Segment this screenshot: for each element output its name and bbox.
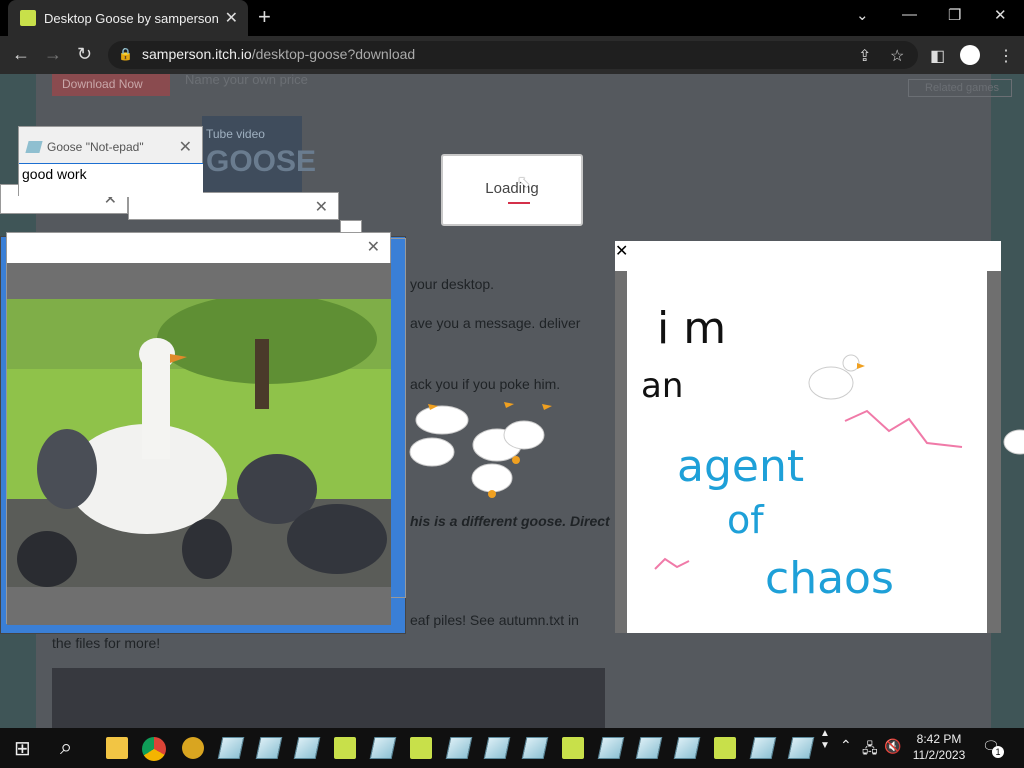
download-now-button[interactable]: Download Now	[52, 74, 170, 96]
window-close-icon[interactable]: ✕	[994, 6, 1007, 24]
chrome-icon[interactable]	[142, 737, 166, 761]
minimize-icon[interactable]: —	[902, 6, 917, 23]
notification-count-badge: 1	[992, 746, 1004, 758]
desc-line: his is a different goose. Direct	[410, 513, 610, 529]
goose-taskbar-icon[interactable]	[714, 737, 736, 759]
windows-start-icon[interactable]: ⊞	[14, 736, 31, 761]
back-icon[interactable]: ←	[12, 44, 30, 65]
goose-gif-image	[7, 299, 391, 587]
notepad-taskbar-icon[interactable]	[635, 737, 663, 759]
name-your-price-text: Name your own price	[185, 72, 308, 87]
yt-label: Tube video	[206, 127, 265, 141]
close-icon[interactable]: ✕	[179, 137, 192, 157]
tab-desktop-goose[interactable]: Desktop Goose by samperson ✕	[8, 0, 248, 36]
goose-notepad-window[interactable]: Goose "Not-epad" ✕ good work	[18, 126, 203, 197]
goose-offscreen[interactable]	[1002, 424, 1024, 460]
close-icon[interactable]: ✕	[367, 237, 380, 257]
close-icon[interactable]: ✕	[315, 197, 328, 217]
notepad-taskbar-icon[interactable]	[521, 737, 549, 759]
goose-taskbar-icon[interactable]	[410, 737, 432, 759]
file-explorer-icon[interactable]	[106, 737, 128, 759]
browser-app-icon[interactable]	[182, 737, 204, 759]
notepad-taskbar-icon[interactable]	[293, 737, 321, 759]
notepad-taskbar-icon[interactable]	[673, 737, 701, 759]
notepad-text-area[interactable]: good work	[19, 163, 203, 197]
itchio-favicon-icon	[20, 10, 36, 26]
taskbar-scroll-icon[interactable]: ▲ ▼	[820, 728, 830, 752]
youtube-thumbnail[interactable]: Tube video GOOSE	[202, 116, 317, 192]
tray-overflow-icon[interactable]: ⌃	[840, 737, 852, 754]
tab-bar: Desktop Goose by samperson ✕ + ⌄ — ❐ ✕	[0, 0, 1024, 36]
clock[interactable]: 8:42 PM 11/2/2023	[910, 732, 968, 762]
desc-line: eaf piles! See autumn.txt in	[410, 612, 579, 628]
loading-indicator	[508, 202, 530, 204]
yt-title: GOOSE	[206, 145, 317, 178]
volume-muted-icon[interactable]: 🔇	[884, 738, 901, 755]
goose-drawing-window[interactable]: ✕ i m an agent of chaos	[615, 241, 1001, 633]
notepad-icon	[25, 141, 43, 153]
notepad-taskbar-icon[interactable]	[369, 737, 397, 759]
notepad-taskbar-icon[interactable]	[255, 737, 283, 759]
restore-icon[interactable]: ❐	[948, 6, 961, 24]
goose-gif-window[interactable]: ✕	[6, 232, 391, 625]
close-icon[interactable]: ✕	[615, 243, 628, 260]
network-icon[interactable]: 🖧	[862, 738, 878, 762]
notepad-taskbar-icon[interactable]	[445, 737, 473, 759]
goose-taskbar-icon[interactable]	[562, 737, 584, 759]
notepad-taskbar-icon[interactable]	[749, 737, 777, 759]
clock-time: 8:42 PM	[916, 732, 962, 746]
notepad-taskbar-icon[interactable]	[597, 737, 625, 759]
new-tab-icon[interactable]: +	[258, 4, 271, 30]
drawing-word: agent	[677, 441, 804, 492]
profile-icon[interactable]	[960, 45, 980, 65]
notepad-title: Goose "Not-epad"	[47, 140, 144, 154]
reload-icon[interactable]: ↻	[77, 44, 92, 65]
clock-date: 11/2/2023	[912, 748, 966, 762]
video-embed[interactable]	[52, 668, 605, 728]
bookmark-star-icon[interactable]: ☆	[890, 46, 904, 66]
forward-icon[interactable]: →	[44, 44, 62, 65]
related-games-button[interactable]: Related games	[908, 79, 1012, 97]
goose-taskbar-icon[interactable]	[334, 737, 356, 759]
notepad-taskbar-icon[interactable]	[787, 737, 815, 759]
goose-drawing: i m an agent of chaos	[627, 271, 987, 633]
desc-line: the files for more!	[52, 635, 161, 651]
drawing-word: chaos	[765, 553, 894, 604]
close-icon[interactable]: ✕	[225, 8, 238, 28]
drawing-word: i m	[657, 303, 726, 354]
tab-title: Desktop Goose by samperson	[44, 10, 219, 26]
side-panel-icon[interactable]: ◧	[930, 46, 945, 66]
mouse-cursor-icon: ⬉	[517, 174, 531, 191]
drawing-word: an	[641, 366, 683, 406]
url-text[interactable]: samperson.itch.io/desktop-goose?download	[142, 46, 415, 62]
loading-popup[interactable]: Loading	[441, 154, 583, 226]
geese-flock[interactable]	[392, 390, 557, 502]
menu-kebab-icon[interactable]: ⋮	[998, 46, 1014, 66]
search-icon[interactable]: ⌕	[60, 734, 72, 760]
drawing-word: of	[727, 498, 765, 542]
desc-line: your desktop.	[410, 276, 495, 292]
lock-icon[interactable]: 🔒	[118, 47, 133, 61]
tab-search-chevron-icon[interactable]: ⌄	[856, 6, 869, 24]
share-icon[interactable]: ⇪	[858, 46, 871, 66]
notepad-taskbar-icon[interactable]	[217, 737, 245, 759]
desc-line: ave you a message. deliver	[410, 315, 581, 331]
loading-text: Loading	[485, 180, 539, 197]
notepad-taskbar-icon[interactable]	[483, 737, 511, 759]
